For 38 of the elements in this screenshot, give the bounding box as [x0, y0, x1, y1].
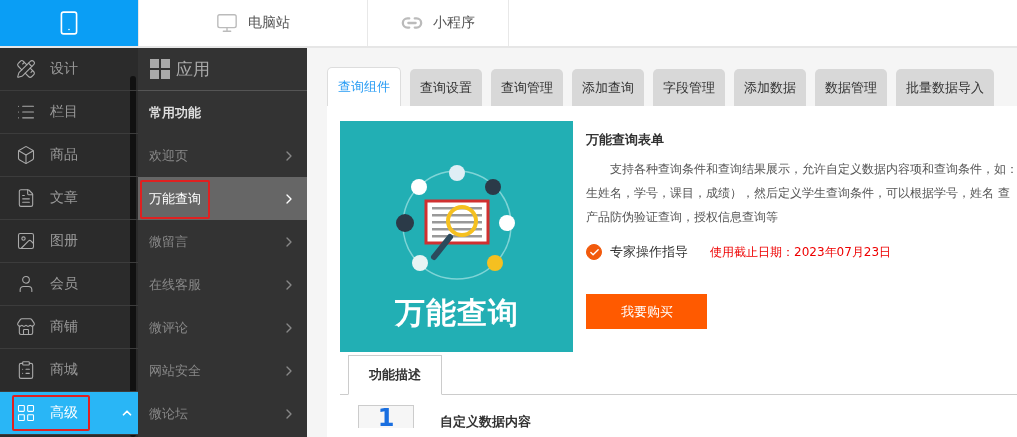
image-icon	[16, 231, 36, 251]
description-line: 产品防伪验证查询，授权信息查询等	[586, 209, 779, 226]
sub-sidebar-item[interactable]: 网站安全	[138, 349, 307, 392]
apps-icon	[150, 59, 170, 79]
tab[interactable]: 字段管理	[653, 69, 725, 106]
monitor-icon	[216, 12, 238, 34]
grid-icon	[16, 403, 36, 423]
banner-title: 万能查询	[394, 294, 519, 332]
tab[interactable]: 查询组件	[327, 67, 401, 106]
sub-sidebar-item[interactable]: 微留言	[138, 220, 307, 263]
feature-label: 专家操作指导	[610, 243, 688, 261]
sub-sidebar-item[interactable]: 微评论	[138, 306, 307, 349]
product-title: 万能查询表单	[586, 131, 665, 149]
document-icon	[16, 188, 36, 208]
ruler-pencil-icon	[16, 59, 36, 79]
sub-sidebar-item[interactable]: 微论坛	[138, 392, 307, 435]
tab[interactable]: 查询设置	[410, 69, 482, 106]
store-icon	[16, 317, 36, 337]
platform-tab[interactable]	[0, 0, 139, 46]
description-line: 生姓名，学号，课目，成绩），然后定义学生查询条件，可以根据学号，姓名 查	[586, 185, 1011, 202]
detail-tab[interactable]: 功能描述	[348, 355, 442, 395]
tab[interactable]: 添加数据	[734, 69, 806, 106]
tab[interactable]: 查询管理	[491, 69, 563, 106]
step-number: 1	[358, 405, 414, 428]
clipboard-icon	[16, 360, 36, 380]
tab[interactable]: 添加查询	[572, 69, 644, 106]
description-line: 支持各种查询条件和查询结果展示，允许自定义数据内容项和查询条件，如：	[609, 161, 1017, 178]
sub-sidebar-item[interactable]: 万能查询	[138, 177, 307, 220]
sub-sidebar-item[interactable]: 在线客服	[138, 263, 307, 306]
section-heading: 常用功能	[148, 103, 202, 122]
sub-sidebar-item[interactable]: 欢迎页	[138, 134, 307, 177]
expiry-date: 使用截止日期：2023年07月23日	[710, 243, 892, 261]
cube-icon	[16, 145, 36, 165]
tab[interactable]: 批量数据导入	[896, 69, 994, 106]
buy-button[interactable]: 我要购买	[586, 294, 707, 329]
sub-sidebar-title-text: 应用	[176, 57, 210, 81]
feature-title: 自定义数据内容	[440, 413, 531, 431]
tab[interactable]: 数据管理	[815, 69, 887, 106]
